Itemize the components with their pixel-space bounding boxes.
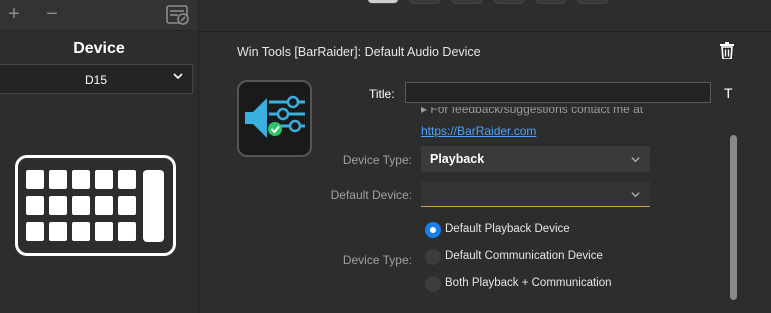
scrollbar-thumb[interactable] bbox=[730, 135, 737, 300]
chevron-down-icon bbox=[631, 192, 640, 198]
chevron-down-icon bbox=[631, 157, 640, 163]
chevron-down-icon bbox=[173, 73, 183, 80]
default-device-label: Default Device: bbox=[330, 188, 412, 202]
page-tab[interactable] bbox=[535, 0, 567, 4]
device-key[interactable] bbox=[26, 170, 44, 189]
device-select[interactable]: D15 bbox=[0, 64, 193, 94]
device-key[interactable] bbox=[49, 196, 67, 215]
device-key[interactable] bbox=[95, 222, 113, 241]
device-key[interactable] bbox=[118, 170, 136, 189]
radio-button[interactable] bbox=[425, 276, 441, 292]
audio-device-icon bbox=[245, 95, 305, 138]
device-touch-strip[interactable] bbox=[143, 170, 164, 242]
device-type-label-2: Device Type: bbox=[342, 253, 412, 267]
device-type-value: Playback bbox=[430, 152, 485, 166]
device-key[interactable] bbox=[26, 222, 44, 241]
info-section: ▸ For feedback/suggestions contact me at… bbox=[421, 107, 721, 140]
device-key[interactable] bbox=[72, 170, 90, 189]
store-icon[interactable] bbox=[166, 3, 190, 27]
device-key[interactable] bbox=[72, 222, 90, 241]
device-key[interactable] bbox=[118, 222, 136, 241]
radio-button[interactable] bbox=[425, 222, 441, 238]
page-tab[interactable] bbox=[493, 0, 525, 4]
device-type-select[interactable]: Playback bbox=[421, 146, 650, 172]
device-key[interactable] bbox=[95, 196, 113, 215]
action-image[interactable] bbox=[237, 80, 312, 157]
title-input[interactable] bbox=[405, 82, 711, 103]
device-heading: Device bbox=[73, 40, 125, 57]
radio-label: Default Playback Device bbox=[445, 223, 570, 235]
page-tab[interactable] bbox=[409, 0, 441, 4]
stream-deck-device-image bbox=[15, 155, 176, 256]
device-key[interactable] bbox=[26, 196, 44, 215]
page-tab[interactable] bbox=[451, 0, 483, 4]
page-tab[interactable] bbox=[367, 0, 399, 4]
remove-icon[interactable]: − bbox=[42, 3, 62, 25]
left-toolbar: + − bbox=[0, 0, 198, 31]
device-key[interactable] bbox=[118, 196, 136, 215]
device-key[interactable] bbox=[49, 222, 67, 241]
text-format-icon[interactable]: T bbox=[724, 85, 733, 101]
property-inspector: Win Tools [BarRaider]: Default Audio Dev… bbox=[199, 0, 771, 313]
device-select-value: D15 bbox=[84, 73, 107, 87]
device-key[interactable] bbox=[49, 170, 67, 189]
radio-button[interactable] bbox=[425, 249, 441, 265]
radio-label: Default Communication Device bbox=[445, 250, 603, 262]
device-key[interactable] bbox=[95, 170, 113, 189]
left-panel: + − Device D15 bbox=[0, 0, 198, 313]
add-icon[interactable]: + bbox=[4, 3, 24, 25]
device-key[interactable] bbox=[72, 196, 90, 215]
device-type-label: Device Type: bbox=[342, 153, 412, 167]
feedback-text: ▸ For feedback/suggestions contact me at bbox=[421, 107, 644, 116]
action-header: Win Tools [BarRaider]: Default Audio Dev… bbox=[199, 31, 771, 70]
title-label: Title: bbox=[369, 87, 395, 101]
default-device-select[interactable] bbox=[421, 181, 650, 207]
trash-icon[interactable] bbox=[720, 42, 734, 59]
radio-label: Both Playback + Communication bbox=[445, 277, 612, 289]
barraider-link[interactable]: https://BarRaider.com bbox=[421, 124, 536, 138]
page-tab[interactable] bbox=[577, 0, 609, 4]
action-title: Win Tools [BarRaider]: Default Audio Dev… bbox=[237, 45, 481, 59]
